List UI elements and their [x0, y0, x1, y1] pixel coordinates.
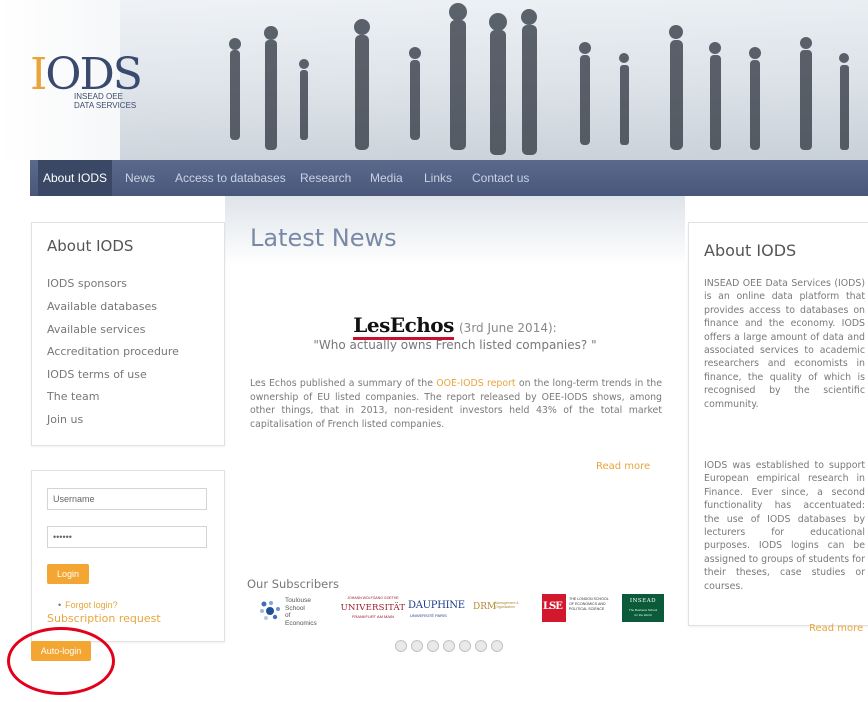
insead-line2: The Business School	[628, 608, 658, 612]
sidebar-item-the-team[interactable]: The team	[47, 390, 100, 403]
header-banner: IODS INSEAD OEE DATA SERVICES	[0, 0, 868, 160]
insead-line3: for the World	[634, 613, 652, 617]
highlight-circle-icon	[7, 627, 115, 695]
forgot-login-link[interactable]: Forgot login?	[65, 600, 118, 610]
drm-logo[interactable]: DRM Management & Organisation	[473, 594, 531, 624]
sidebar-menu: About IODS IODS sponsors Available datab…	[31, 222, 225, 446]
nav-about-iods[interactable]: About IODS	[38, 160, 112, 196]
sidebar-item-join-us[interactable]: Join us	[47, 413, 83, 426]
frankfurt-line1: JOHANN WOLFGANG GOETHE	[347, 596, 399, 600]
lse-logo[interactable]: LSE THE LONDON SCHOOL OF ECONOMICS AND P…	[542, 594, 612, 624]
drm-line2: Management & Organisation	[495, 601, 519, 609]
lse-line4: POLITICAL SCIENCE	[569, 607, 605, 611]
about-panel: About IODS INSEAD OEE Data Services (IOD…	[688, 222, 868, 634]
carousel-dot[interactable]	[427, 640, 439, 652]
carousel-dot[interactable]	[443, 640, 455, 652]
sidebar-item-available-databases[interactable]: Available databases	[47, 300, 157, 313]
login-box: Username •••••• Login • Forgot login? Sub…	[31, 470, 225, 642]
carousel-dot[interactable]	[395, 640, 407, 652]
forgot-login-item: • Forgot login?	[58, 600, 118, 610]
insead-line1: INSEAD	[629, 598, 657, 604]
nav-research[interactable]: Research	[298, 160, 353, 196]
login-button[interactable]: Login	[47, 564, 89, 584]
sidebar-item-iods-terms-of-use[interactable]: IODS terms of use	[47, 368, 147, 381]
ooe-iods-report-link[interactable]: OOE-IODS report	[436, 378, 515, 389]
sidebar-item-iods-sponsors[interactable]: IODS sponsors	[47, 277, 127, 290]
carousel-dot[interactable]	[475, 640, 487, 652]
logo-subtitle-line2: DATA SERVICES	[74, 101, 137, 110]
toulouse-dots-icon	[260, 601, 280, 620]
nav-access-to-databases[interactable]: Access to databases	[173, 160, 288, 196]
latest-news-heading: Latest News	[250, 224, 397, 252]
lse-line1: LSE	[543, 601, 563, 612]
logo-subtitle: INSEAD OEE DATA SERVICES	[74, 92, 136, 110]
dauphine-line2: UNIVERSITÉ PARIS	[410, 613, 447, 618]
toulouse-line1: Toulouse	[285, 597, 312, 604]
business-people-image	[229, 3, 849, 155]
about-panel-title: About IODS	[704, 241, 797, 260]
toulouse-logo[interactable]: Toulouse School of Economics	[258, 594, 320, 627]
nav-contact-us[interactable]: Contact us	[470, 160, 531, 196]
about-panel-paragraph-2: IODS was established to support European…	[704, 460, 865, 592]
news-headline: LesEchos (3rd June 2014):	[250, 313, 660, 340]
nav-media[interactable]: Media	[368, 160, 405, 196]
sidebar-item-accreditation-procedure[interactable]: Accreditation procedure	[47, 345, 179, 358]
auto-login-button[interactable]: Auto-login	[31, 641, 91, 661]
about-panel-paragraph-1: INSEAD OEE Data Services (IODS) is an on…	[704, 278, 865, 410]
news-read-more-link[interactable]: Read more	[596, 461, 650, 472]
sidebar-title: About IODS	[47, 237, 134, 255]
dauphine-line1: DAUPHINE	[408, 600, 465, 611]
iods-logo[interactable]: IODS INSEAD OEE DATA SERVICES	[30, 52, 160, 112]
frankfurt-line3: FRANKFURT AM MAIN	[351, 614, 395, 619]
subscribers-heading: Our Subscribers	[247, 577, 339, 591]
frankfurt-logo[interactable]: JOHANN WOLFGANG GOETHE UNIVERSITÄT FRANK…	[340, 594, 406, 624]
nav-news[interactable]: News	[123, 160, 157, 196]
news-quote: "Who actually owns French listed compani…	[313, 338, 597, 352]
insead-logo[interactable]: INSEAD The Business School for the World	[622, 594, 664, 622]
bullet-icon: •	[58, 600, 62, 610]
main-nav: About IODS News Access to databases Rese…	[30, 160, 868, 196]
article-text-start: Les Echos published a summary of the	[250, 378, 437, 389]
about-read-more-link[interactable]: Read more	[809, 623, 863, 634]
nav-links[interactable]: Links	[422, 160, 454, 196]
password-field[interactable]: ••••••	[47, 526, 207, 548]
autologin-annotation: Auto-login	[7, 627, 115, 695]
carousel-dot[interactable]	[411, 640, 423, 652]
toulouse-line3: of Economics	[285, 612, 317, 627]
lse-red-block: LSE	[542, 594, 566, 622]
dauphine-logo[interactable]: DAUPHINE UNIVERSITÉ PARIS	[408, 594, 472, 624]
lesechos-logo[interactable]: LesEchos	[353, 313, 454, 340]
logo-mark-i: I	[30, 49, 47, 100]
toulouse-line2: School	[285, 604, 305, 612]
news-date: (3rd June 2014):	[459, 321, 557, 335]
subscription-request-link[interactable]: Subscription request	[47, 612, 161, 625]
carousel-dot[interactable]	[491, 640, 503, 652]
lesechos-brand-text: LesEchos	[353, 313, 454, 340]
logo-subtitle-line1: INSEAD OEE	[74, 92, 123, 101]
drm-line1: DRM	[473, 602, 497, 612]
carousel-dot[interactable]	[459, 640, 471, 652]
news-article-text: Les Echos published a summary of the OOE…	[250, 377, 662, 431]
username-field[interactable]: Username	[47, 488, 207, 510]
sidebar-item-available-services[interactable]: Available services	[47, 323, 145, 336]
frankfurt-line2: UNIVERSITÄT	[340, 603, 406, 613]
